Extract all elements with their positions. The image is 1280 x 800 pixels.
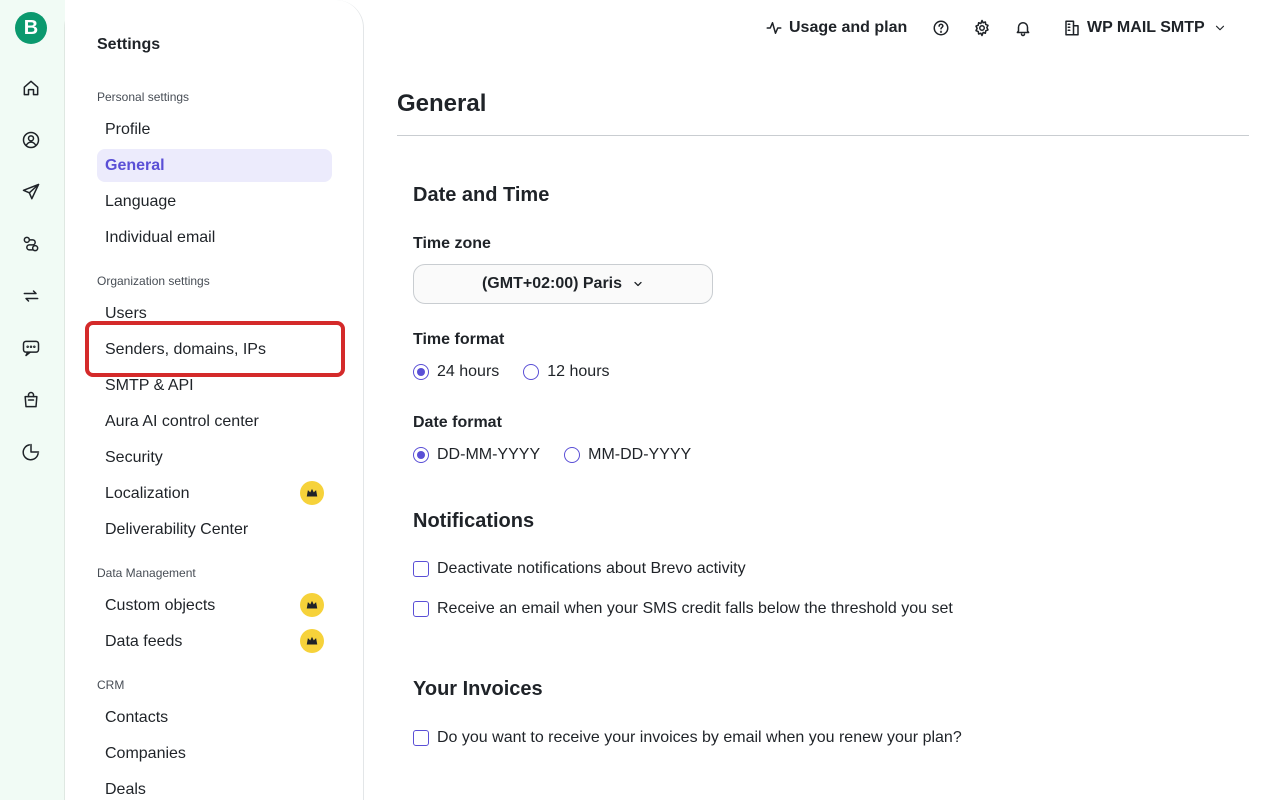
main-card: Settings Personal settings Profile Gener… bbox=[64, 0, 1280, 800]
crown-icon bbox=[300, 481, 324, 505]
radio-label: 24 hours bbox=[437, 363, 500, 380]
sidebar-item-aura-ai[interactable]: Aura AI control center bbox=[97, 405, 332, 438]
sidebar-item-label: Language bbox=[105, 192, 177, 210]
general-settings-content: General Date and Time Time zone (GMT+02:… bbox=[397, 0, 1249, 800]
crown-icon bbox=[300, 593, 324, 617]
home-icon[interactable] bbox=[20, 77, 42, 99]
sidebar-item-localization[interactable]: Localization bbox=[97, 477, 332, 510]
time-format-label: Time format bbox=[413, 331, 505, 348]
automations-icon[interactable] bbox=[20, 233, 42, 255]
sidebar-item-label: Users bbox=[105, 304, 147, 322]
page-title: General bbox=[397, 90, 487, 117]
sidebar-item-individual-email[interactable]: Individual email bbox=[97, 221, 332, 254]
sidebar-item-profile[interactable]: Profile bbox=[97, 113, 332, 146]
sidebar-item-label: Aura AI control center bbox=[105, 412, 259, 430]
sidebar-item-label: Deliverability Center bbox=[105, 520, 249, 538]
sidebar-item-label: Senders, domains, IPs bbox=[105, 340, 266, 358]
sms-credit-email-option[interactable]: Receive an email when your SMS credit fa… bbox=[413, 600, 953, 618]
settings-title: Settings bbox=[97, 36, 161, 53]
notifications-heading: Notifications bbox=[413, 510, 535, 532]
date-time-heading: Date and Time bbox=[413, 184, 550, 206]
section-label-crm: CRM bbox=[97, 678, 125, 692]
sidebar-item-label: SMTP & API bbox=[105, 376, 194, 394]
sidebar-item-label: Profile bbox=[105, 120, 151, 138]
invoices-email-option[interactable]: Do you want to receive your invoices by … bbox=[413, 729, 962, 747]
brevo-logo[interactable]: B bbox=[15, 12, 47, 44]
date-format-dmy-option[interactable]: DD-MM-YYYY bbox=[413, 446, 540, 464]
title-divider bbox=[397, 135, 1249, 136]
logo-letter: B bbox=[23, 16, 39, 39]
radio-24h[interactable] bbox=[413, 364, 429, 380]
radio-12h[interactable] bbox=[523, 364, 540, 380]
invoices-email-checkbox[interactable] bbox=[413, 730, 429, 746]
sidebar-item-custom-objects[interactable]: Custom objects bbox=[97, 589, 332, 622]
sidebar-item-label: Companies bbox=[105, 744, 186, 762]
time-format-radio-group: 24 hours 12 hours bbox=[413, 363, 634, 381]
time-format-24h-option[interactable]: 24 hours bbox=[413, 363, 499, 381]
sidebar-item-security[interactable]: Security bbox=[97, 441, 332, 474]
sidebar-item-smtp-api[interactable]: SMTP & API bbox=[97, 369, 332, 402]
sidebar-item-label: Individual email bbox=[105, 228, 216, 246]
campaigns-icon[interactable] bbox=[20, 181, 42, 203]
crown-icon bbox=[300, 629, 324, 653]
chevron-down-icon bbox=[634, 281, 642, 287]
contacts-icon[interactable] bbox=[20, 129, 42, 151]
radio-label: DD-MM-YYYY bbox=[437, 446, 541, 463]
chat-icon[interactable] bbox=[20, 337, 42, 359]
timezone-label: Time zone bbox=[413, 235, 491, 252]
section-label-personal: Personal settings bbox=[97, 90, 190, 104]
sidebar-item-label: Deals bbox=[105, 780, 146, 798]
checkbox-label: Deactivate notifications about Brevo act… bbox=[437, 560, 746, 577]
sidebar-item-label: Custom objects bbox=[105, 596, 216, 614]
date-format-mdy-option[interactable]: MM-DD-YYYY bbox=[564, 446, 691, 464]
timezone-select[interactable]: (GMT+02:00) Paris bbox=[413, 264, 713, 304]
sidebar-item-senders-domains-ips[interactable]: Senders, domains, IPs bbox=[97, 333, 332, 366]
deactivate-notifications-checkbox[interactable] bbox=[413, 561, 429, 577]
radio-dd-mm-yyyy[interactable] bbox=[413, 447, 429, 463]
reports-icon[interactable] bbox=[20, 441, 42, 463]
date-format-label: Date format bbox=[413, 414, 502, 431]
app-root: B Settings Personal settings Profile Gen… bbox=[0, 0, 1280, 800]
checkbox-label: Receive an email when your SMS credit fa… bbox=[437, 600, 953, 617]
sidebar-item-data-feeds[interactable]: Data feeds bbox=[97, 625, 332, 658]
deactivate-notifications-option[interactable]: Deactivate notifications about Brevo act… bbox=[413, 560, 746, 578]
shop-icon[interactable] bbox=[20, 389, 42, 411]
section-label-data-management: Data Management bbox=[97, 566, 196, 580]
section-label-organization: Organization settings bbox=[97, 274, 210, 288]
radio-label: MM-DD-YYYY bbox=[588, 446, 692, 463]
sidebar-item-deals[interactable]: Deals bbox=[97, 773, 332, 800]
sidebar-item-label: Data feeds bbox=[105, 632, 183, 650]
time-format-12h-option[interactable]: 12 hours bbox=[523, 363, 610, 381]
sidebar-item-label: Localization bbox=[105, 484, 190, 502]
settings-sidebar: Settings Personal settings Profile Gener… bbox=[65, 0, 364, 800]
left-rail: B bbox=[0, 0, 64, 800]
sidebar-item-label: General bbox=[105, 156, 165, 174]
sidebar-item-deliverability[interactable]: Deliverability Center bbox=[97, 513, 332, 546]
sidebar-item-companies[interactable]: Companies bbox=[97, 737, 332, 770]
checkbox-label: Do you want to receive your invoices by … bbox=[437, 729, 962, 746]
radio-label: 12 hours bbox=[547, 363, 610, 380]
radio-mm-dd-yyyy[interactable] bbox=[564, 447, 581, 463]
sms-credit-email-checkbox[interactable] bbox=[413, 601, 429, 617]
sidebar-item-label: Security bbox=[105, 448, 163, 466]
sidebar-item-users[interactable]: Users bbox=[97, 297, 332, 330]
sidebar-item-contacts[interactable]: Contacts bbox=[97, 701, 332, 734]
conversations-icon[interactable] bbox=[20, 285, 42, 307]
sidebar-item-general[interactable]: General bbox=[97, 149, 332, 182]
sidebar-item-language[interactable]: Language bbox=[97, 185, 332, 218]
sidebar-item-label: Contacts bbox=[105, 708, 169, 726]
timezone-value: (GMT+02:00) Paris bbox=[481, 275, 623, 292]
date-format-radio-group: DD-MM-YYYY MM-DD-YYYY bbox=[413, 446, 715, 464]
invoices-heading: Your Invoices bbox=[413, 678, 543, 700]
